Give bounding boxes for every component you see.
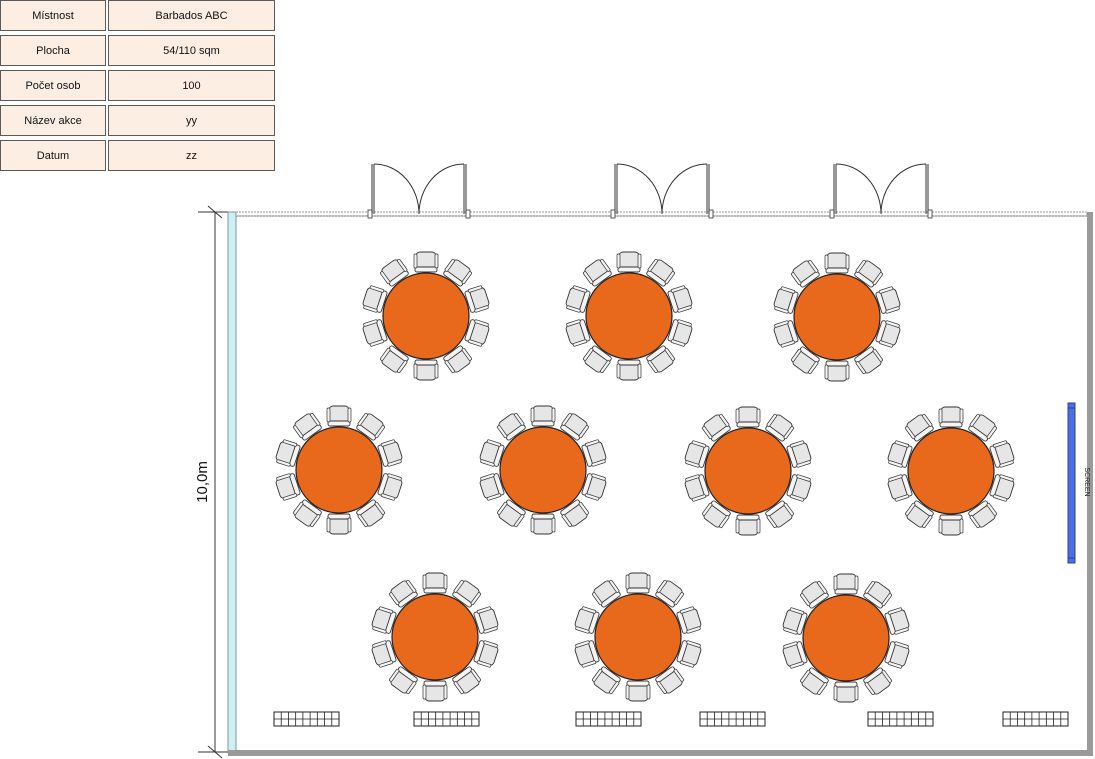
round-table-with-chairs: [782, 573, 910, 703]
round-table: [802, 594, 890, 682]
round-table: [793, 273, 881, 361]
screen-label: SCREEN: [1083, 467, 1090, 496]
doors: [367, 163, 933, 219]
round-table: [907, 427, 995, 515]
chair: [824, 360, 850, 382]
round-table-with-chairs: [574, 572, 702, 702]
round-table-with-chairs: [565, 251, 693, 381]
round-table-with-chairs: [773, 252, 901, 382]
chair: [616, 359, 642, 381]
round-table-with-chairs: [887, 406, 1015, 536]
round-table-with-chairs: [362, 251, 490, 381]
chair: [833, 681, 859, 703]
window-wall: [227, 211, 237, 754]
radiator: [273, 711, 340, 727]
chair: [625, 572, 651, 594]
round-table: [382, 272, 470, 360]
radiator: [867, 711, 934, 727]
chair: [616, 251, 642, 273]
round-table: [499, 426, 587, 514]
chair: [824, 252, 850, 274]
round-table: [391, 593, 479, 681]
banquet-tables: [275, 251, 1015, 703]
dimension-label: 10,0m: [194, 461, 211, 503]
chair: [735, 514, 761, 536]
round-table-with-chairs: [684, 406, 812, 536]
chair: [422, 680, 448, 702]
chair: [938, 406, 964, 428]
chair: [735, 406, 761, 428]
round-table: [704, 427, 792, 515]
double-door: [610, 163, 714, 219]
chair: [938, 514, 964, 536]
chair: [413, 251, 439, 273]
radiators: [273, 711, 1069, 727]
double-door: [829, 163, 933, 219]
chair: [530, 405, 556, 427]
chair: [413, 359, 439, 381]
chair: [326, 405, 352, 427]
round-table-with-chairs: [275, 405, 403, 535]
chair: [625, 680, 651, 702]
floor-plan: 10,0m SCREEN: [194, 163, 1093, 759]
round-table: [594, 593, 682, 681]
double-door: [367, 163, 471, 219]
chair: [833, 573, 859, 595]
round-table-with-chairs: [371, 572, 499, 702]
radiator: [699, 711, 766, 727]
radiator: [575, 711, 642, 727]
chair: [422, 572, 448, 594]
round-table: [295, 426, 383, 514]
radiator: [1002, 711, 1069, 727]
round-table-with-chairs: [479, 405, 607, 535]
chair: [530, 513, 556, 535]
round-table: [585, 272, 673, 360]
radiator: [413, 711, 480, 727]
projection-screen: [1067, 402, 1076, 564]
chair: [326, 513, 352, 535]
